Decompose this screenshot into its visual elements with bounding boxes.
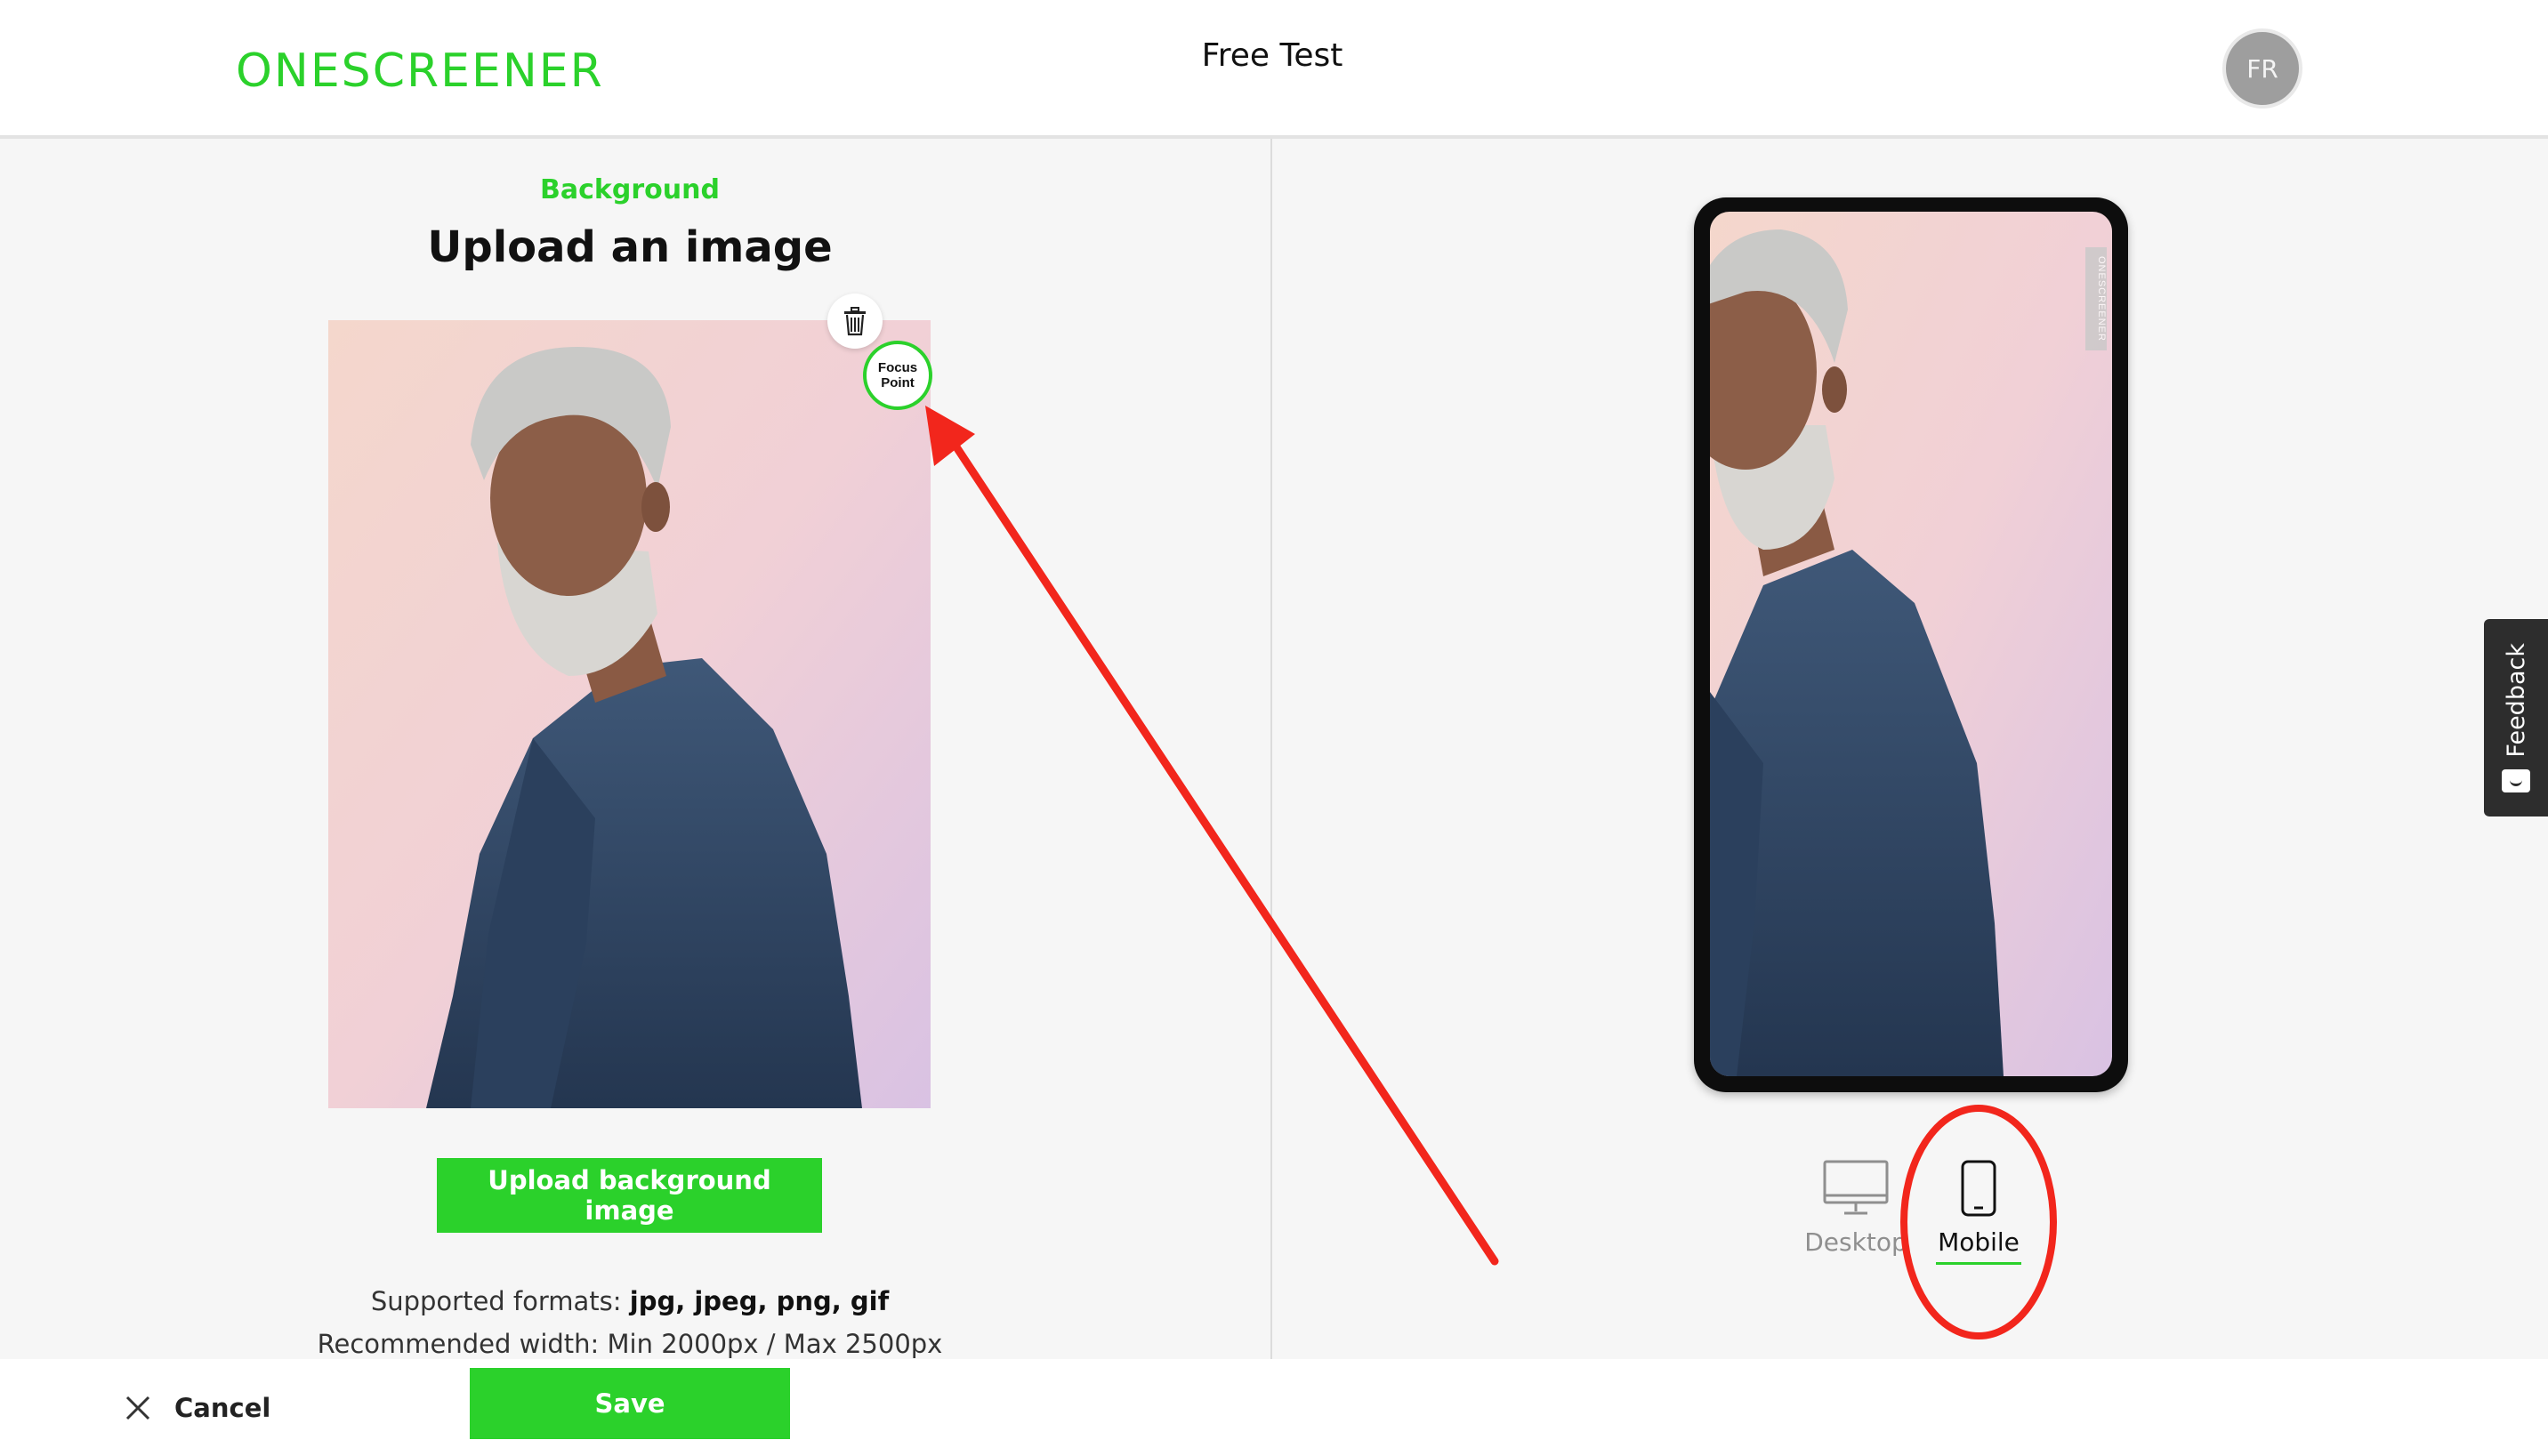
annotation-circle: [1900, 1105, 2057, 1339]
cancel-label: Cancel: [174, 1393, 271, 1423]
bottom-action-bar: Cancel Save: [0, 1359, 2548, 1456]
cancel-button[interactable]: Cancel: [125, 1386, 270, 1430]
feedback-tab[interactable]: Feedback: [2484, 619, 2548, 816]
feedback-label: Feedback: [2502, 642, 2530, 758]
smiley-icon: [2502, 769, 2530, 793]
annotation-overlay: [925, 406, 2057, 1339]
save-button[interactable]: Save: [470, 1368, 790, 1439]
close-icon: [125, 1396, 150, 1420]
annotation-arrow-shaft: [949, 438, 1499, 1266]
